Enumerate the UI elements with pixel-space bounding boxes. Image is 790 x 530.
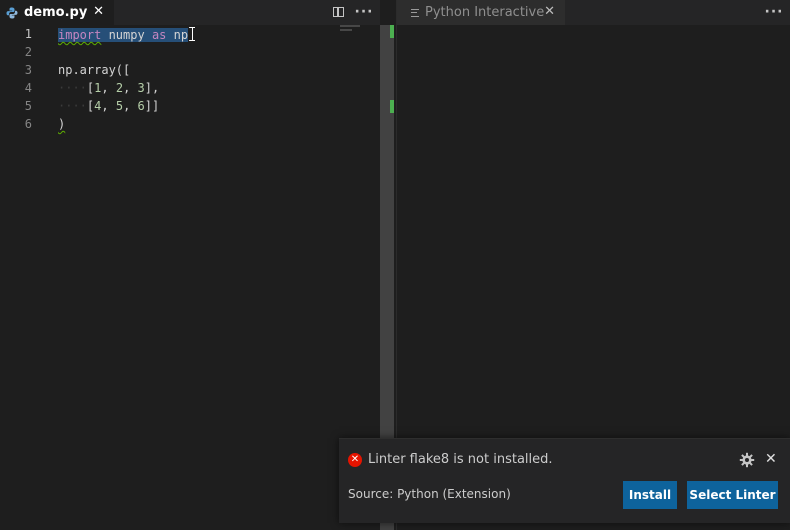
keyword-import: import: [58, 28, 102, 42]
code-line-6[interactable]: ): [58, 115, 195, 133]
select-linter-button[interactable]: Select Linter: [687, 481, 778, 509]
more-icon: ···: [764, 4, 784, 20]
minimap-line: [340, 25, 360, 27]
alias-name: np: [166, 28, 189, 42]
code-line-2[interactable]: [58, 43, 195, 61]
keyword-as: as: [151, 28, 167, 42]
close-notification-button[interactable]: ✕: [765, 451, 777, 467]
more-actions-button[interactable]: ···: [354, 2, 374, 22]
number-literal: 2: [115, 81, 124, 95]
line-number-gutter: 1 2 3 4 5 6: [0, 25, 46, 133]
text-cursor-icon: [189, 27, 195, 41]
line-number: 3: [24, 63, 32, 77]
separator: ,: [101, 99, 116, 113]
close-icon[interactable]: ✕: [93, 4, 104, 19]
code-line-5[interactable]: ····[4, 5, 6]]: [58, 97, 195, 115]
module-name: numpy: [101, 28, 152, 42]
left-tab-bar: demo.py ✕ ···: [0, 0, 380, 25]
minimap-line: [340, 29, 352, 31]
line-number: 1: [24, 27, 32, 41]
python-file-icon: [6, 7, 18, 18]
gear-icon[interactable]: [739, 452, 755, 468]
install-button[interactable]: Install: [623, 481, 677, 509]
number-literal: 3: [137, 81, 145, 95]
code-line-1[interactable]: import numpy as np: [58, 25, 195, 43]
code-line-4[interactable]: ····[1, 2, 3],: [58, 79, 195, 97]
code-line-3[interactable]: np.array([: [58, 61, 195, 79]
separator: ,: [101, 81, 116, 95]
notification-header: ✕ Linter flake8 is not installed.: [348, 452, 553, 467]
code-lines[interactable]: import numpy as np np.array([ ····[1, 2,…: [58, 25, 195, 133]
number-literal: 6: [137, 99, 145, 113]
notification-source: Source: Python (Extension): [348, 487, 511, 501]
bracket: ]]: [144, 99, 160, 113]
number-literal: 5: [115, 99, 124, 113]
notification-toast: ✕ Linter flake8 is not installed. ✕ Sour…: [339, 438, 790, 523]
notification-message: Linter flake8 is not installed.: [368, 452, 553, 467]
scroll-marker: [390, 25, 394, 38]
separator: ,: [123, 99, 138, 113]
tab-title: Python Interactive: [425, 5, 545, 20]
editor-actions: ···: [328, 2, 380, 22]
error-icon: ✕: [348, 452, 362, 467]
more-icon: ···: [354, 4, 374, 20]
line-number: 4: [24, 81, 32, 95]
left-editor-group: demo.py ✕ ··· 1 2 3 4 5 6 import numpy a…: [0, 0, 380, 530]
more-actions-button[interactable]: ···: [764, 2, 784, 22]
split-editor-icon: [332, 7, 344, 17]
bracket: ],: [144, 81, 160, 95]
scroll-marker: [390, 100, 394, 113]
line-number: 5: [24, 99, 32, 113]
tab-python-interactive[interactable]: Python Interactive ✕: [397, 0, 565, 25]
right-tab-bar: Python Interactive ✕ ···: [397, 0, 790, 25]
indent-guide: ····: [58, 99, 87, 113]
separator: ,: [123, 81, 138, 95]
minimap[interactable]: [340, 25, 360, 39]
selection: import numpy as np: [58, 28, 189, 42]
tab-title: demo.py: [24, 5, 88, 20]
line-number: 2: [24, 45, 32, 59]
close-icon[interactable]: ✕: [544, 4, 555, 19]
code-editor[interactable]: 1 2 3 4 5 6 import numpy as np np.array(…: [0, 25, 380, 530]
split-editor-button[interactable]: [328, 2, 348, 22]
editor-actions: ···: [764, 2, 790, 22]
preview-lines-icon: [411, 8, 419, 17]
indent-guide: ····: [58, 81, 87, 95]
tab-demo-py[interactable]: demo.py ✕: [0, 0, 114, 25]
line-number: 6: [24, 117, 32, 131]
